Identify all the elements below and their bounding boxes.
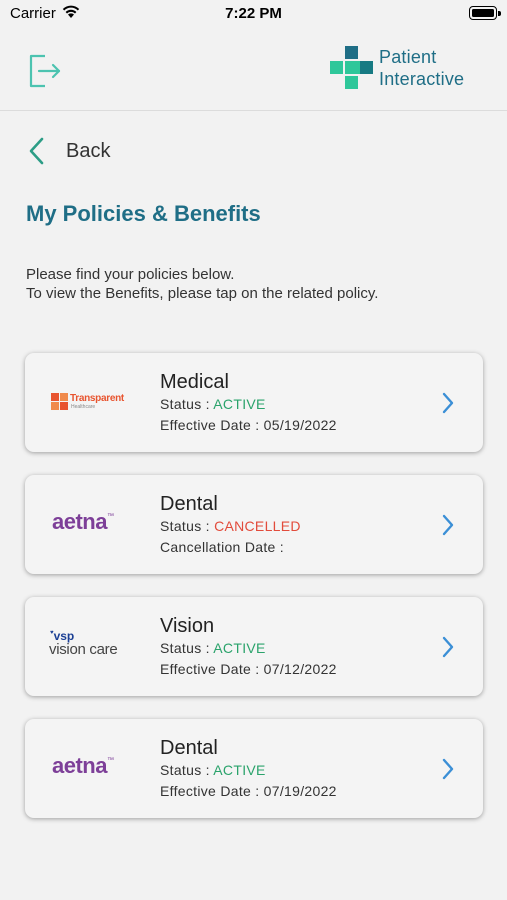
policy-date-line: Effective Date : 07/19/2022 [160, 781, 337, 802]
status-badge: ACTIVE [213, 640, 266, 656]
status-label: Status : [160, 640, 214, 656]
policy-date-line: Cancellation Date : [160, 537, 301, 558]
aetna-logo: aetna™ [49, 751, 149, 787]
policy-status-line: Status : ACTIVE [160, 394, 337, 415]
aetna-text: aetna [52, 509, 107, 534]
status-label: Status : [160, 762, 214, 778]
logout-icon [29, 54, 61, 88]
policy-type: Vision [160, 615, 215, 637]
transparent-healthcare-logo: Transparent Healthcare [49, 385, 149, 421]
aetna-trademark: ™ [106, 757, 114, 764]
back-button[interactable]: Back [26, 134, 136, 168]
policy-date-line: Effective Date : 07/12/2022 [160, 659, 337, 680]
policy-card-dental-active[interactable]: aetna™ Dental Status : ACTIVE Effective … [25, 719, 483, 818]
date-value: 05/19/2022 [263, 417, 337, 433]
status-label: Status : [160, 518, 215, 534]
policy-card-vision[interactable]: ♥vsp vision care Vision Status : ACTIVE … [25, 597, 483, 696]
policy-list: Transparent Healthcare Medical Status : … [25, 353, 483, 841]
status-badge: CANCELLED [214, 518, 301, 534]
date-value: 07/12/2022 [263, 661, 337, 677]
policy-status-line: Status : CANCELLED [160, 516, 301, 537]
battery-icon [469, 6, 501, 20]
chevron-right-icon [442, 758, 454, 780]
aetna-wordmark: aetna™ [52, 753, 114, 779]
vsp-heart-icon: ♥ [50, 630, 54, 636]
aetna-wordmark: aetna™ [52, 509, 114, 535]
policy-info: Vision Status : ACTIVE Effective Date : … [160, 614, 337, 680]
status-bar: Carrier 7:22 PM [0, 0, 507, 28]
policy-card-dental-cancelled[interactable]: aetna™ Dental Status : CANCELLED Cancell… [25, 475, 483, 574]
brand-name: Patient Interactive [379, 46, 464, 90]
brand-logo: Patient Interactive [330, 46, 500, 92]
policy-type: Medical [160, 371, 229, 393]
intro-line-1: Please find your policies below. [26, 266, 235, 283]
status-label: Status : [160, 396, 214, 412]
brand-line-2: Interactive [379, 69, 465, 89]
vsp-subtext: vision care [49, 641, 118, 658]
aetna-text: aetna [52, 753, 107, 778]
intro-line-2: To view the Benefits, please tap on the … [26, 285, 379, 302]
chevron-right-icon [442, 392, 454, 414]
transparent-logo-subtext: Healthcare [71, 404, 96, 410]
status-badge: ACTIVE [213, 396, 266, 412]
aetna-logo: aetna™ [49, 507, 149, 543]
date-label: Cancellation Date : [160, 539, 284, 555]
policy-info: Medical Status : ACTIVE Effective Date :… [160, 370, 337, 436]
date-label: Effective Date : [160, 661, 264, 677]
policy-info: Dental Status : CANCELLED Cancellation D… [160, 492, 301, 558]
policy-info: Dental Status : ACTIVE Effective Date : … [160, 736, 337, 802]
chevron-left-icon [29, 137, 44, 165]
brand-line-1: Patient [379, 47, 437, 67]
date-value: 07/19/2022 [263, 783, 337, 799]
policy-type: Dental [160, 737, 218, 759]
app-header: Patient Interactive [0, 28, 507, 111]
chevron-right-icon [442, 636, 454, 658]
transparent-logo-wordmark: Transparent [70, 393, 124, 404]
aetna-trademark: ™ [106, 513, 114, 520]
policy-status-line: Status : ACTIVE [160, 760, 337, 781]
vsp-vision-care-logo: ♥vsp vision care [49, 629, 149, 665]
page-title: My Policies & Benefits [26, 201, 261, 226]
date-label: Effective Date : [160, 417, 264, 433]
clock: 7:22 PM [225, 5, 282, 22]
policy-status-line: Status : ACTIVE [160, 638, 337, 659]
chevron-right-icon [442, 514, 454, 536]
back-label: Back [66, 140, 111, 162]
date-label: Effective Date : [160, 783, 264, 799]
intro-text: Please find your policies below. To view… [26, 265, 496, 303]
policy-date-line: Effective Date : 05/19/2022 [160, 415, 337, 436]
policy-card-medical[interactable]: Transparent Healthcare Medical Status : … [25, 353, 483, 452]
policy-type: Dental [160, 493, 218, 515]
status-badge: ACTIVE [213, 762, 266, 778]
patient-interactive-logo-icon [330, 46, 373, 89]
logout-button[interactable] [25, 50, 65, 90]
